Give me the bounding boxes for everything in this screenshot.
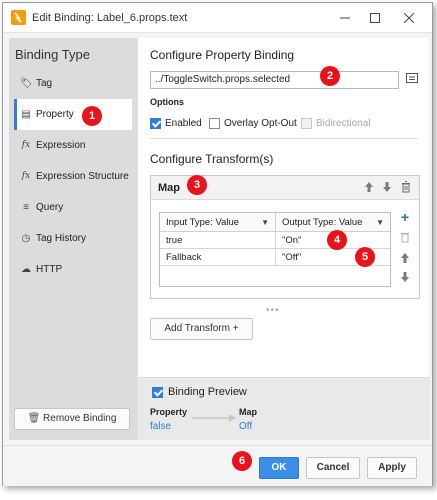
annotation-badge-5: 5 (355, 247, 375, 267)
arrow-up-icon[interactable] (363, 181, 375, 195)
add-row-icon[interactable]: + (398, 210, 412, 224)
maximize-icon[interactable] (361, 8, 389, 28)
edit-binding-window: Edit Binding: Label_6.props.text Binding… (2, 2, 433, 486)
window-title: Edit Binding: Label_6.props.text (32, 12, 188, 24)
arrow-up-icon[interactable] (398, 252, 412, 266)
table-cell-input[interactable]: true (160, 232, 276, 249)
clock-icon: ◷ (21, 233, 31, 244)
enabled-checkbox-label: Enabled (165, 117, 202, 129)
property-path-input[interactable]: ../ToggleSwitch.props.selected (150, 71, 399, 89)
cancel-button[interactable]: Cancel (306, 457, 360, 479)
browse-property-icon[interactable] (404, 72, 420, 88)
function-icon: fx (21, 171, 31, 181)
ignition-app-icon (11, 10, 26, 25)
property-binding-title: Configure Property Binding (150, 48, 295, 62)
binding-type-expression[interactable]: fx Expression (14, 130, 132, 161)
caret-down-icon[interactable]: ▼ (261, 213, 269, 232)
binding-type-tag[interactable]: 🏷 Tag (14, 68, 132, 99)
binding-type-label: Expression Structure (36, 171, 129, 182)
add-transform-button[interactable]: Add Transform + (150, 318, 253, 340)
binding-type-query[interactable]: ≡ Query (14, 192, 132, 223)
input-type-column-header[interactable]: Input Type: Value ▼ (160, 213, 276, 232)
table-cell-input[interactable]: Fallback (160, 249, 276, 266)
annotation-badge-2: 2 (320, 66, 340, 86)
binding-type-label: HTTP (36, 264, 63, 275)
function-icon: fx (21, 140, 31, 150)
cloud-icon: ☁ (21, 264, 31, 275)
trash-icon[interactable] (398, 231, 412, 245)
minimize-icon[interactable] (331, 8, 359, 28)
overlay-opt-out-label: Overlay Opt-Out (224, 117, 297, 129)
resize-handle[interactable]: ••• (266, 305, 280, 316)
binding-type-label: Query (36, 202, 64, 213)
tag-icon: 🏷 (20, 78, 33, 89)
options-label: Options (150, 97, 184, 107)
binding-preview-section: Binding Preview Property false Map Off (138, 377, 430, 440)
trash-icon[interactable] (400, 181, 412, 195)
column-header-label: Output Type: Value (282, 217, 363, 228)
binding-type-title: Binding Type (15, 47, 90, 62)
annotation-badge-3: 3 (187, 175, 207, 195)
dialog-footer: OK Cancel Apply (3, 445, 432, 486)
database-icon: ≡ (23, 202, 29, 213)
preview-to-label: Map (239, 407, 257, 417)
preview-to-value: Off (239, 421, 253, 432)
binding-preview-checkbox[interactable] (152, 387, 163, 398)
annotation-badge-4: 4 (327, 230, 347, 250)
ok-button[interactable]: OK (259, 457, 299, 479)
binding-type-expression-structure[interactable]: fx Expression Structure (14, 161, 132, 192)
close-icon[interactable] (395, 8, 423, 28)
enabled-checkbox[interactable] (150, 117, 161, 129)
binding-type-property[interactable]: ▤ Property (14, 99, 132, 130)
column-header-label: Input Type: Value (166, 217, 240, 228)
transforms-title: Configure Transform(s) (150, 152, 274, 166)
bidirectional-checkbox-row: Bidirectional (301, 116, 370, 130)
title-bar: Edit Binding: Label_6.props.text (3, 3, 432, 33)
binding-type-label: Expression (36, 140, 86, 151)
binding-type-label: Tag (36, 78, 53, 89)
arrow-down-icon[interactable] (398, 271, 412, 285)
binding-preview-title: Binding Preview (168, 386, 247, 398)
binding-type-http[interactable]: ☁ HTTP (14, 254, 132, 285)
overlay-opt-out-checkbox-row[interactable]: Overlay Opt-Out (209, 116, 297, 130)
binding-type-label: Property (36, 109, 74, 120)
bidirectional-label: Bidirectional (316, 117, 371, 129)
binding-type-tag-history[interactable]: ◷ Tag History (14, 223, 132, 254)
apply-button[interactable]: Apply (367, 457, 417, 479)
preview-from-value: false (150, 421, 172, 432)
preview-from-label: Property (150, 407, 188, 417)
remove-binding-button[interactable]: 🗑 Remove Binding (14, 408, 130, 430)
trash-icon: 🗑 (27, 413, 41, 424)
divider (150, 138, 418, 139)
binding-config-panel: Configure Property Binding ../ToggleSwit… (137, 38, 430, 440)
property-icon: ▤ (21, 109, 31, 120)
enabled-checkbox-row[interactable]: Enabled (150, 116, 202, 130)
map-transform: Map Input Type: Value ▼ Output Type: Val… (150, 175, 420, 299)
arrow-right-icon (192, 414, 236, 422)
caret-down-icon[interactable]: ▼ (376, 213, 384, 232)
output-type-column-header[interactable]: Output Type: Value ▼ (276, 213, 390, 232)
remove-binding-label: Remove Binding (43, 413, 117, 424)
annotation-badge-6: 6 (232, 451, 252, 471)
annotation-badge-1: 1 (82, 106, 102, 126)
binding-type-list: 🏷 Tag ▤ Property fx Expression fx Expres… (14, 68, 132, 285)
binding-type-label: Tag History (36, 233, 87, 244)
overlay-opt-out-checkbox[interactable] (209, 117, 220, 129)
bidirectional-checkbox (301, 117, 312, 129)
map-table: Input Type: Value ▼ Output Type: Value ▼… (159, 212, 391, 287)
binding-type-panel: Binding Type 🏷 Tag ▤ Property fx Express… (9, 38, 137, 440)
arrow-down-icon[interactable] (381, 181, 393, 195)
map-transform-title: Map (158, 182, 180, 194)
